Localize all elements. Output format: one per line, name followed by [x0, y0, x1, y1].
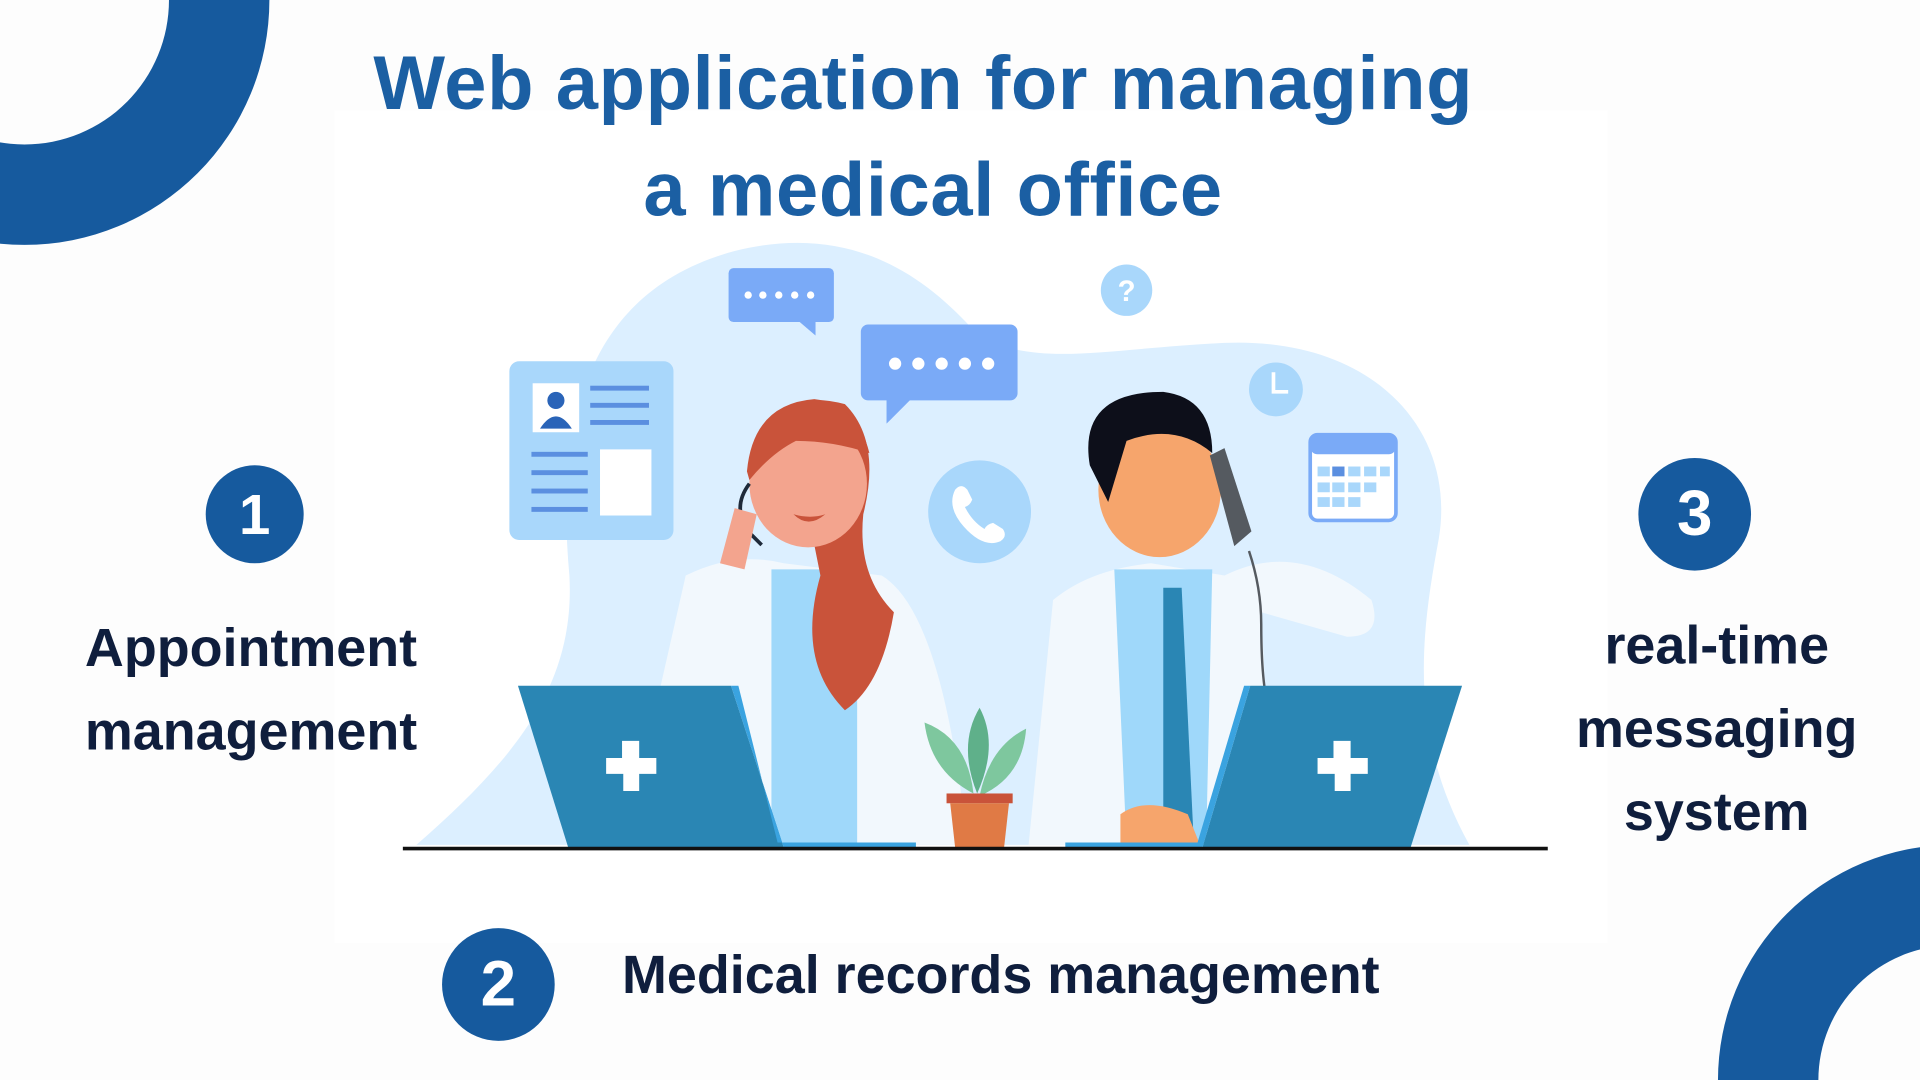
feature-1-label-line2: management: [84, 701, 418, 762]
clock-icon: [1248, 362, 1303, 417]
patient-card-icon: [509, 361, 674, 541]
phone-icon: [928, 460, 1032, 564]
feature-1-label-line1: Appointment: [84, 618, 418, 679]
feature-1-number-badge: 1: [205, 465, 304, 564]
feature-3-label-line2: messaging: [1576, 699, 1858, 760]
feature-3-label-line3: system: [1623, 782, 1810, 843]
help-icon: ?: [1100, 264, 1153, 316]
calendar-icon: [1308, 432, 1398, 523]
feature-2-label: Medical records management: [622, 945, 1380, 1006]
infographic: Web application for managing a medical o…: [0, 0, 1920, 1080]
feature-1-label: Appointment management: [24, 607, 477, 774]
feature-3-label: real-time messaging system: [1506, 605, 1920, 855]
feature-3-number-badge: 3: [1638, 457, 1752, 571]
svg-text:?: ?: [1118, 275, 1136, 308]
feature-3-label-line1: real-time: [1604, 615, 1830, 676]
feature-2-number-badge: 2: [442, 928, 555, 1041]
